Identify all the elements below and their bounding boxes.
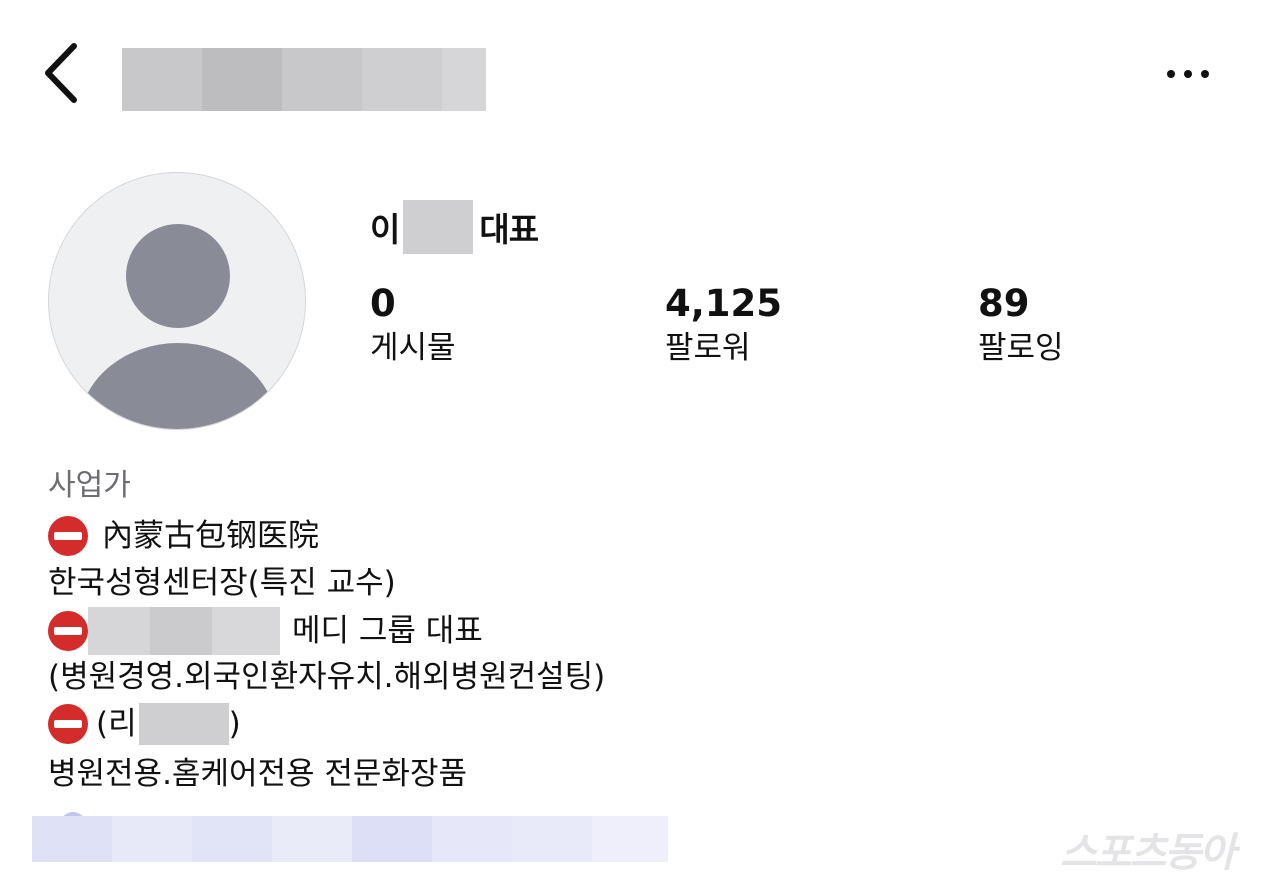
stat-following[interactable]: 89 팔로잉 <box>978 282 1064 370</box>
posts-label: 게시물 <box>370 330 456 366</box>
back-button[interactable] <box>30 38 90 108</box>
bio-line-2: 한국성형센터장(특진 교수) <box>48 565 396 601</box>
no-entry-emoji-icon <box>48 516 88 556</box>
bio-link-redacted[interactable] <box>32 816 668 862</box>
chevron-left-icon <box>45 43 77 103</box>
stat-followers[interactable]: 4,125 팔로워 <box>665 282 782 370</box>
name-suffix: 대표 <box>479 210 539 249</box>
redaction-block <box>88 607 150 655</box>
stat-posts[interactable]: 0 게시물 <box>370 282 456 370</box>
bio-line-4: (병원경영.외국인환자유치.해외병원컨설팅) <box>48 659 606 695</box>
default-avatar-icon <box>126 224 230 328</box>
username-redacted <box>122 48 486 111</box>
bio-line-3: 메디 그룹 대표 <box>48 607 483 655</box>
profile-name: 이 대표 <box>370 200 539 254</box>
bio-line-6: 병원전용.홈케어전용 전문화장품 <box>48 756 467 792</box>
name-redacted <box>403 200 474 254</box>
posts-count: 0 <box>370 282 396 325</box>
watermark: 스포츠동아 <box>1060 830 1236 876</box>
name-prefix: 이 <box>370 210 400 249</box>
redaction-block <box>138 703 229 745</box>
profile-category: 사업가 <box>48 468 131 503</box>
more-options-button[interactable] <box>1150 52 1226 96</box>
bio-line-5: (리 ) <box>48 702 241 746</box>
following-label: 팔로잉 <box>978 330 1064 366</box>
no-entry-emoji-icon <box>48 611 88 651</box>
bio-line-1: 內蒙古包钢医院 <box>48 514 319 558</box>
more-horizontal-icon <box>1167 70 1175 78</box>
followers-count: 4,125 <box>665 282 783 325</box>
followers-label: 팔로워 <box>665 330 751 366</box>
no-entry-emoji-icon <box>48 704 88 744</box>
following-count: 89 <box>978 282 1030 325</box>
avatar[interactable] <box>48 172 306 430</box>
